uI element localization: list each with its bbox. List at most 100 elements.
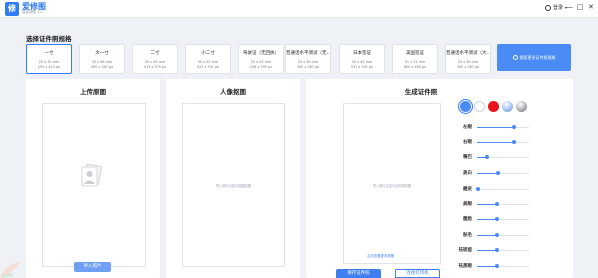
spec-name: 普通话水平测试（大… — [446, 51, 490, 56]
spec-card[interactable]: 普通话水平测试（大… 33 x 48 mm 390 x 567 px — [445, 44, 491, 74]
result-frame: 导入照片后显示证件照效果 — [343, 103, 441, 264]
slider-thumb[interactable] — [495, 171, 500, 175]
spec-card[interactable]: 美国签证 51 x 51 mm 600 x 600 px — [392, 44, 438, 74]
slider-label: 肤毛 — [463, 233, 472, 238]
more-specs-label: 搜索更多证件照规格 — [519, 54, 556, 60]
spec-name: 二寸 — [150, 51, 160, 56]
slider-fill — [477, 250, 497, 251]
more-specs-button[interactable]: 搜索更多证件照规格 — [497, 44, 571, 71]
spec-size-mm: 25 x 35 mm — [38, 60, 60, 64]
search-icon — [512, 55, 518, 60]
spec-card[interactable]: 二寸 35 x 49 mm 413 x 579 px — [132, 44, 178, 74]
slider-label: 美眼 — [463, 202, 472, 207]
spec-name: 小二寸 — [201, 51, 215, 56]
bg-swatch-white[interactable] — [474, 101, 485, 112]
adjust-slider[interactable] — [477, 171, 529, 175]
more-specs-link[interactable]: 点击查看更多规格 — [367, 253, 394, 258]
spec-card[interactable]: 普通话水平测试（无… 33 x 48 mm 390 x 567 px — [285, 44, 331, 74]
slider-thumb[interactable] — [494, 233, 499, 237]
spec-card[interactable]: 小二寸 35 x 45 mm 413 x 531 px — [185, 44, 231, 74]
adjust-slider[interactable] — [477, 140, 529, 144]
portrait-frame: 导入照片后显示抠图结果 — [182, 103, 285, 267]
app-logo: 修 — [5, 2, 19, 16]
slider-label: 右眼 — [463, 140, 472, 145]
slider-label: 瘦脸 — [463, 217, 472, 222]
title-bar: 修 爱修图 智能修图 1.0 登录 ▾ — □ ✕ — [0, 0, 598, 18]
slider-label: 美白 — [463, 171, 472, 176]
spec-card[interactable]: 大一寸 33 x 48 mm 390 x 567 px — [79, 44, 125, 74]
slider-label: 祛斑痘 — [458, 248, 473, 253]
bg-swatch-red[interactable] — [488, 101, 499, 112]
minimize-button[interactable]: — — [566, 3, 573, 11]
spec-size-mm: 33 x 48 mm — [297, 60, 319, 64]
spec-size-px: 295 x 413 px — [37, 65, 61, 69]
adjust-slider[interactable] — [477, 264, 529, 268]
upload-panel-title: 上传原图 — [80, 88, 106, 96]
slider-thumb[interactable] — [494, 217, 499, 221]
login-button[interactable]: 登录 ▾ — [545, 4, 567, 11]
close-button[interactable]: ✕ — [588, 3, 594, 11]
bg-swatch-blue-gradient[interactable] — [502, 101, 513, 112]
spec-size-mm: 33 x 48 mm — [91, 60, 113, 64]
spec-name: 大一寸 — [95, 51, 109, 56]
slider-label: 磨皮 — [463, 187, 472, 192]
user-icon — [545, 4, 551, 11]
spec-size-mm: 45 x 45 mm — [351, 60, 373, 64]
restore-button[interactable]: □ — [577, 3, 584, 11]
spec-name: 日本签证 — [353, 51, 371, 56]
spec-name: 普通话水平测试（无… — [286, 51, 330, 56]
slider-fill — [477, 204, 497, 205]
spec-size-mm: 51 x 51 mm — [404, 60, 426, 64]
slider-thumb[interactable] — [494, 248, 499, 252]
adjust-slider[interactable] — [477, 217, 529, 221]
slider-label: 嘴巴 — [463, 155, 472, 160]
spec-size-px: 600 x 600 px — [403, 65, 427, 69]
slider-thumb[interactable] — [494, 202, 499, 206]
portrait-panel-title: 人像抠图 — [220, 88, 246, 96]
spec-size-mm: 35 x 45 mm — [197, 60, 219, 64]
adjust-slider[interactable] — [477, 248, 529, 252]
spec-name: 驾驶证（无回执） — [243, 51, 279, 56]
result-panel: 生成证件照 导入照片后显示证件照效果 — [306, 79, 573, 278]
spec-size-px: 413 x 579 px — [143, 65, 167, 69]
spec-size-px: 390 x 567 px — [90, 65, 114, 69]
slider-fill — [477, 142, 515, 143]
spec-size-mm: 35 x 49 mm — [144, 60, 166, 64]
import-photo-button[interactable]: 导入照片 — [74, 262, 111, 272]
spec-size-px: 531 x 531 px — [350, 65, 374, 69]
spec-card[interactable]: 日本签证 45 x 45 mm 531 x 531 px — [339, 44, 385, 74]
portrait-placeholder-text: 导入照片后显示抠图结果 — [215, 184, 252, 188]
spec-size-mm: 33 x 48 mm — [457, 60, 479, 64]
bg-swatch-gray-gradient[interactable] — [516, 101, 527, 112]
result-panel-title: 生成证件照 — [404, 88, 438, 96]
adjust-slider[interactable] — [477, 125, 529, 129]
spec-name: 一寸 — [44, 51, 54, 56]
slider-fill — [477, 173, 498, 174]
adjust-slider[interactable] — [477, 155, 529, 159]
slider-thumb[interactable] — [494, 264, 499, 268]
spec-card[interactable]: 驾驶证（无回执） 20 x 25 mm 236 x 295 px — [238, 44, 284, 74]
app-version: 智能修图 1.0 — [22, 10, 43, 14]
spec-name: 美国签证 — [406, 51, 424, 56]
connect-printer-button[interactable]: 连接打印机 — [395, 269, 440, 278]
bg-swatch-blue[interactable] — [458, 99, 473, 114]
spec-size-px: 413 x 531 px — [196, 65, 220, 69]
slider-fill — [477, 235, 497, 236]
spec-size-px: 390 x 567 px — [456, 65, 480, 69]
spec-card[interactable]: 一寸 25 x 35 mm 295 x 413 px — [26, 44, 72, 74]
slider-fill — [477, 127, 515, 128]
spec-size-mm: 20 x 25 mm — [250, 60, 272, 64]
adjust-slider[interactable] — [476, 187, 529, 191]
adjust-slider[interactable] — [477, 202, 529, 206]
save-photo-button[interactable]: 保存证件照 — [336, 269, 381, 278]
decorative-leaf — [0, 262, 20, 278]
slider-fill — [477, 266, 497, 267]
login-label: 登录 — [553, 5, 564, 11]
spec-section-title: 选择证件照规格 — [26, 35, 72, 43]
spec-size-px: 390 x 567 px — [296, 65, 320, 69]
result-placeholder-text: 导入照片后显示证件照效果 — [372, 184, 412, 188]
adjust-slider[interactable] — [477, 233, 529, 237]
slider-fill — [477, 219, 497, 220]
portrait-panel: 人像抠图 导入照片后显示抠图结果 — [166, 79, 300, 278]
portrait-placeholder-icon — [81, 163, 102, 187]
